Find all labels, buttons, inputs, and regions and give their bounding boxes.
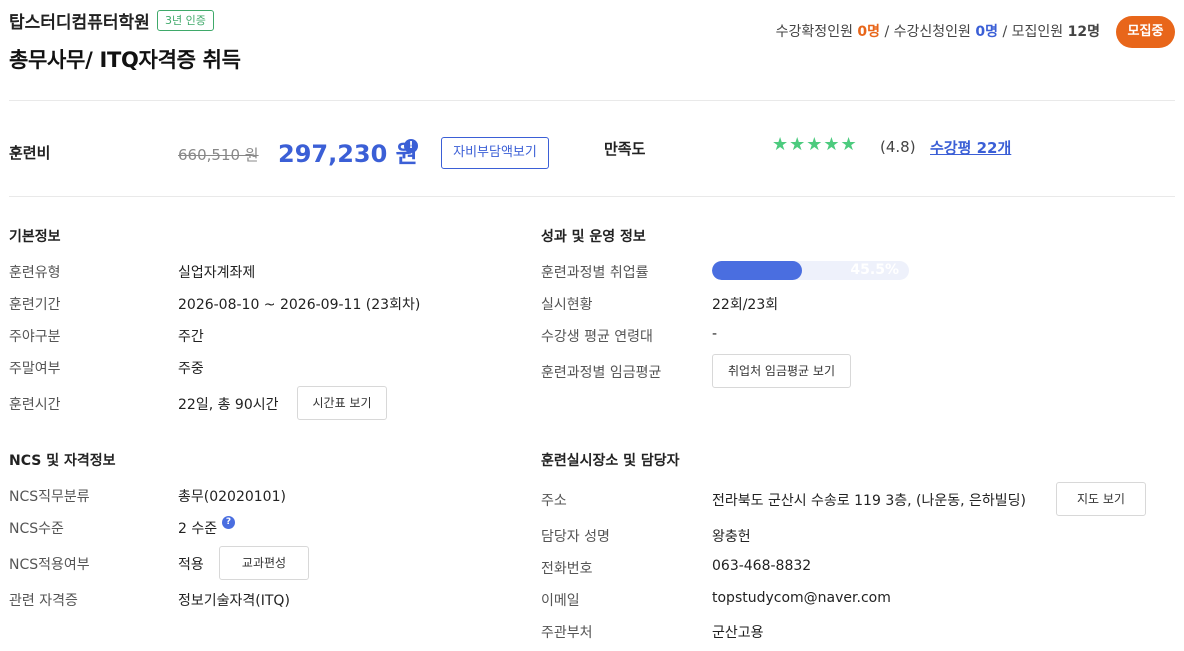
- row-value: 22회/23회: [712, 297, 779, 313]
- row-value: 주중: [178, 361, 204, 377]
- row-label: NCS수준: [9, 521, 64, 537]
- applied-label: 수강신청인원: [893, 24, 971, 40]
- row-label: 훈련시간: [9, 397, 61, 413]
- review-count-link[interactable]: 수강평 22개: [930, 137, 1011, 158]
- row-label: NCS적용여부: [9, 557, 90, 573]
- row-label: 관련 자격증: [9, 593, 78, 609]
- enrollment-counts: 수강확정인원 0명 / 수강신청인원 0명 / 모집인원 12명: [776, 21, 1100, 41]
- row-label: 주야구분: [9, 329, 61, 345]
- row-value: -: [712, 326, 718, 342]
- employment-rate-value: 45.5%: [850, 262, 899, 278]
- row-label: 이메일: [541, 593, 580, 609]
- row-value: 22일, 총 90시간: [178, 397, 279, 413]
- row-label: 훈련유형: [9, 265, 61, 281]
- certification-badge: 3년 인증: [157, 10, 214, 31]
- row-value: topstudycom@naver.com: [712, 590, 891, 606]
- row-value: 실업자계좌제: [178, 265, 256, 281]
- help-icon[interactable]: ?: [222, 516, 235, 529]
- course-title: 총무사무/ ITQ자격증 취득: [9, 48, 241, 72]
- row-label: 실시현황: [541, 297, 593, 313]
- location-title: 훈련실시장소 및 담당자: [541, 453, 680, 469]
- self-pay-button[interactable]: 자비부담액보기: [441, 137, 549, 169]
- confirmed-label: 수강확정인원: [775, 24, 853, 40]
- divider: [9, 100, 1175, 101]
- divider: [9, 196, 1175, 197]
- row-label: 훈련과정별 취업률: [541, 265, 649, 281]
- row-value: 063-468-8832: [712, 558, 812, 574]
- separator: /: [1002, 24, 1008, 40]
- row-label: 주소: [541, 493, 567, 509]
- curriculum-button[interactable]: 교과편성: [219, 546, 309, 580]
- satisfaction-label: 만족도: [604, 140, 646, 158]
- timetable-button[interactable]: 시간표 보기: [297, 386, 387, 420]
- sale-price: 297,230 원: [278, 140, 418, 168]
- row-value: 전라북도 군산시 수송로 119 3층, (나운동, 은하빌딩): [712, 493, 1026, 509]
- performance-title: 성과 및 운영 정보: [541, 229, 646, 245]
- recruit-label: 모집인원: [1011, 24, 1064, 40]
- price-label: 훈련비: [9, 144, 51, 162]
- row-label: 주관부처: [541, 625, 593, 641]
- rating-score: (4.8): [880, 138, 916, 156]
- row-value: 2 수준: [178, 521, 218, 537]
- row-value: 2026-08-10 ~ 2026-09-11 (23회차): [178, 297, 421, 313]
- row-value: 정보기술자격(ITQ): [178, 593, 290, 609]
- confirmed-value: 0명: [857, 24, 881, 40]
- row-value: 군산고용: [712, 625, 764, 641]
- row-label: NCS직무분류: [9, 489, 90, 505]
- row-label: 담당자 성명: [541, 529, 610, 545]
- basic-info-title: 기본정보: [9, 229, 61, 245]
- wage-average-button[interactable]: 취업처 임금평균 보기: [712, 354, 851, 388]
- academy-name: 탑스터디컴퓨터학원: [9, 13, 150, 33]
- row-label: 훈련과정별 임금평균: [541, 365, 662, 381]
- original-price: 660,510 원: [178, 146, 259, 164]
- recruit-value: 12명: [1067, 24, 1100, 40]
- row-label: 전화번호: [541, 561, 593, 577]
- separator: /: [884, 24, 890, 40]
- row-value: 총무(02020101): [178, 489, 286, 505]
- row-label: 주말여부: [9, 361, 61, 377]
- row-label: 훈련기간: [9, 297, 61, 313]
- applied-value: 0명: [975, 24, 999, 40]
- row-value: 왕충헌: [712, 529, 751, 545]
- map-button[interactable]: 지도 보기: [1056, 482, 1146, 516]
- ncs-title: NCS 및 자격정보: [9, 453, 116, 469]
- row-label: 수강생 평균 연령대: [541, 329, 653, 345]
- row-value: 적용: [178, 557, 204, 573]
- row-value: 주간: [178, 329, 204, 345]
- star-rating-icon: ★★★★★: [772, 134, 858, 155]
- recruiting-status-badge: 모집중: [1116, 16, 1175, 48]
- info-icon[interactable]: !: [404, 139, 418, 153]
